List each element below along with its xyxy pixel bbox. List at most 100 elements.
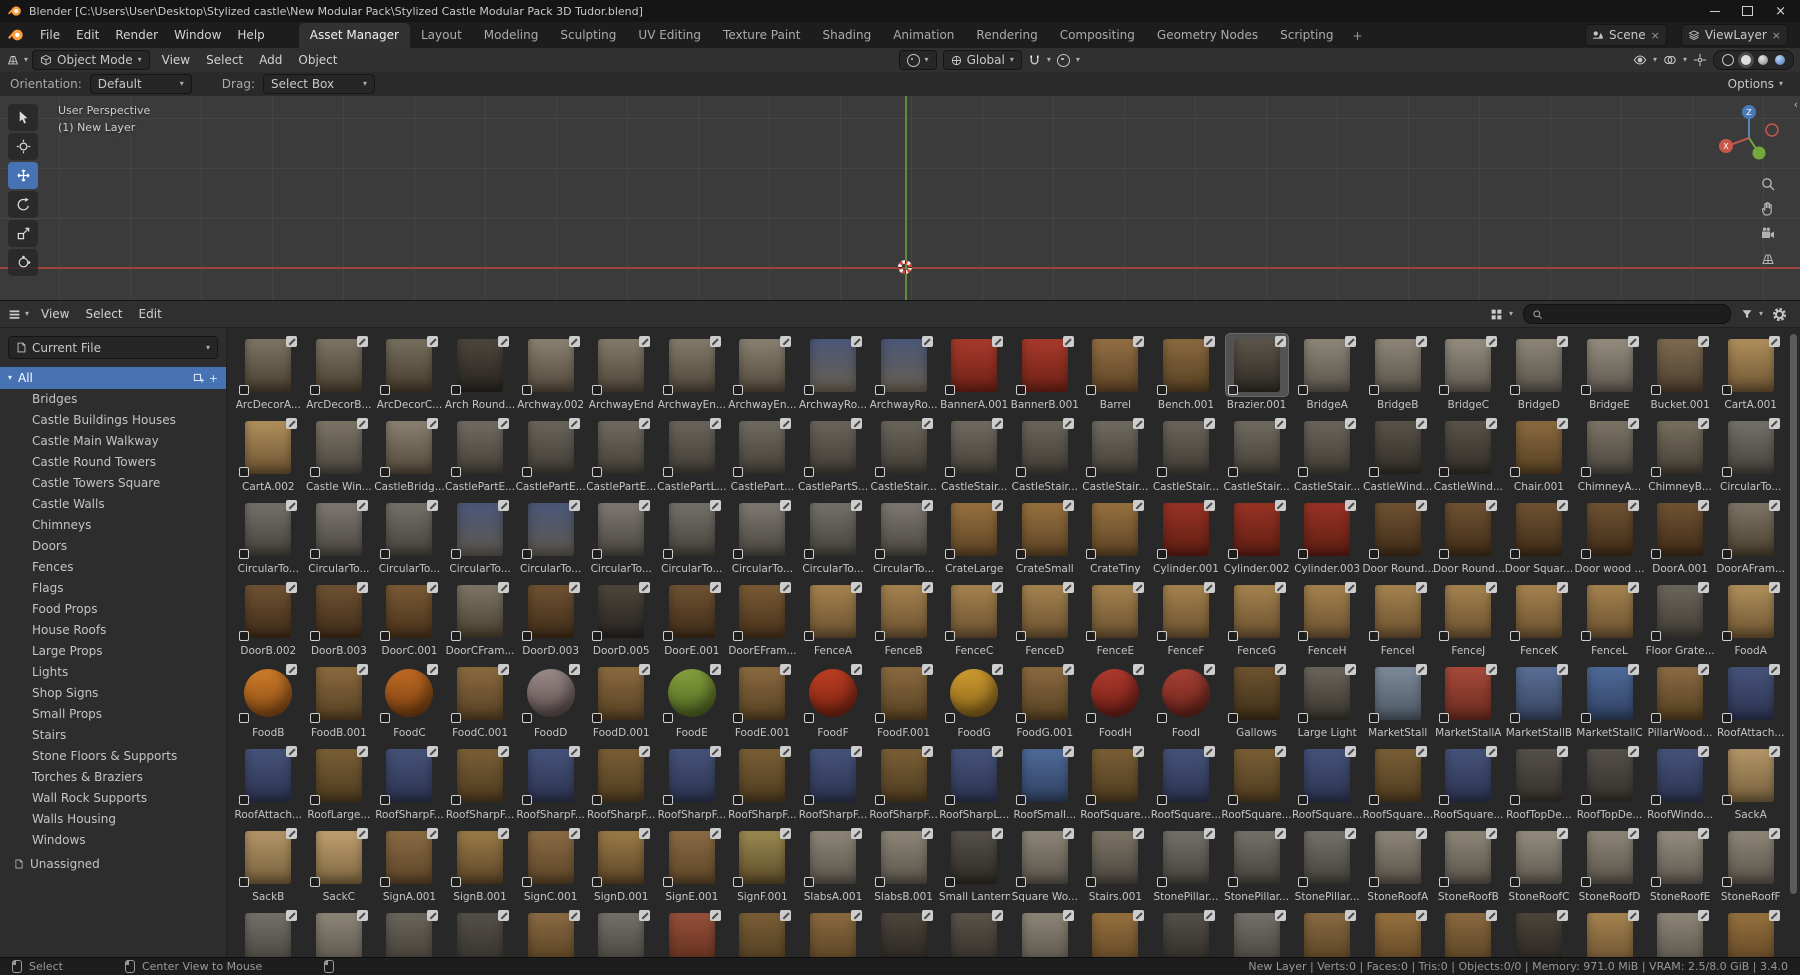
asset-tile[interactable]: ArchwayEn... bbox=[727, 332, 798, 414]
edit-asset-icon[interactable] bbox=[639, 582, 650, 593]
edit-asset-icon[interactable] bbox=[1628, 664, 1639, 675]
asset-tile[interactable]: Floor Grate... bbox=[1645, 578, 1716, 660]
catalog-item-shop-signs[interactable]: Shop Signs bbox=[0, 683, 226, 704]
filter-icon[interactable] bbox=[1741, 308, 1753, 320]
asset-tile[interactable]: Square Wo... bbox=[1010, 824, 1081, 906]
edit-asset-icon[interactable] bbox=[498, 910, 509, 921]
asset-tile[interactable]: FenceF bbox=[1151, 578, 1222, 660]
asset-tile[interactable]: FoodA bbox=[1715, 578, 1786, 660]
edit-asset-icon[interactable] bbox=[639, 828, 650, 839]
catalog-item-castle-walls[interactable]: Castle Walls bbox=[0, 494, 226, 515]
edit-asset-icon[interactable] bbox=[1769, 910, 1780, 921]
asset-source-dropdown[interactable]: Current File ▾ bbox=[8, 336, 218, 359]
menu-render[interactable]: Render bbox=[107, 25, 166, 45]
asset-tile[interactable] bbox=[586, 906, 657, 959]
edit-asset-icon[interactable] bbox=[498, 746, 509, 757]
edit-asset-icon[interactable] bbox=[1345, 500, 1356, 511]
edit-asset-icon[interactable] bbox=[1698, 336, 1709, 347]
shading-solid-icon[interactable] bbox=[1741, 55, 1751, 65]
edit-asset-icon[interactable] bbox=[851, 336, 862, 347]
menu-help[interactable]: Help bbox=[229, 25, 272, 45]
catalog-item-stairs[interactable]: Stairs bbox=[0, 725, 226, 746]
asset-tile[interactable]: FoodG.001 bbox=[1010, 660, 1081, 742]
edit-asset-icon[interactable] bbox=[1698, 582, 1709, 593]
asset-tile[interactable]: CastleWind... bbox=[1433, 414, 1504, 496]
asset-tile[interactable] bbox=[1433, 906, 1504, 959]
asset-tile[interactable]: FenceC bbox=[939, 578, 1010, 660]
edit-asset-icon[interactable] bbox=[1486, 664, 1497, 675]
overlays-dropdown-icon[interactable]: ▾ bbox=[1683, 56, 1687, 64]
edit-asset-icon[interactable] bbox=[992, 418, 1003, 429]
asset-tile[interactable]: SackC bbox=[304, 824, 375, 906]
edit-asset-icon[interactable] bbox=[1204, 418, 1215, 429]
edit-asset-icon[interactable] bbox=[639, 418, 650, 429]
asset-tile[interactable]: CircularTo... bbox=[515, 496, 586, 578]
asset-tile[interactable]: ArchwayRo... bbox=[868, 332, 939, 414]
edit-asset-icon[interactable] bbox=[851, 582, 862, 593]
edit-asset-icon[interactable] bbox=[1345, 336, 1356, 347]
asset-browser-editor-dropdown-icon[interactable]: ▾ bbox=[25, 310, 29, 318]
edit-asset-icon[interactable] bbox=[922, 664, 933, 675]
edit-asset-icon[interactable] bbox=[1698, 910, 1709, 921]
edit-asset-icon[interactable] bbox=[1769, 582, 1780, 593]
asset-tile[interactable]: CastlePartE... bbox=[515, 414, 586, 496]
edit-asset-icon[interactable] bbox=[427, 828, 438, 839]
asset-tile[interactable]: Bucket.001 bbox=[1645, 332, 1716, 414]
asset-tile[interactable] bbox=[1292, 906, 1363, 959]
edit-asset-icon[interactable] bbox=[1275, 418, 1286, 429]
edit-asset-icon[interactable] bbox=[1628, 500, 1639, 511]
edit-asset-icon[interactable] bbox=[427, 418, 438, 429]
asset-tile[interactable]: Cylinder.001 bbox=[1151, 496, 1222, 578]
edit-asset-icon[interactable] bbox=[1204, 336, 1215, 347]
edit-asset-icon[interactable] bbox=[780, 336, 791, 347]
asset-tile[interactable]: DoorC.001 bbox=[374, 578, 445, 660]
asset-tile[interactable]: FenceA bbox=[798, 578, 869, 660]
display-size-icon[interactable] bbox=[1490, 308, 1503, 321]
edit-asset-icon[interactable] bbox=[1275, 582, 1286, 593]
edit-asset-icon[interactable] bbox=[639, 910, 650, 921]
edit-asset-icon[interactable] bbox=[1416, 336, 1427, 347]
asset-tile[interactable]: ChimneyA... bbox=[1574, 414, 1645, 496]
edit-asset-icon[interactable] bbox=[780, 828, 791, 839]
edit-asset-icon[interactable] bbox=[1133, 664, 1144, 675]
asset-tile[interactable] bbox=[445, 906, 516, 959]
asset-tile[interactable]: RoofSharpF... bbox=[586, 742, 657, 824]
catalog-item-stone-floors-supports[interactable]: Stone Floors & Supports bbox=[0, 746, 226, 767]
edit-asset-icon[interactable] bbox=[1275, 664, 1286, 675]
tool-tweak-select-button[interactable] bbox=[8, 104, 38, 131]
asset-tile[interactable]: FoodC bbox=[374, 660, 445, 742]
edit-asset-icon[interactable] bbox=[780, 418, 791, 429]
edit-asset-icon[interactable] bbox=[780, 746, 791, 757]
snap-dropdown-icon[interactable]: ▾ bbox=[1047, 56, 1051, 64]
edit-asset-icon[interactable] bbox=[498, 664, 509, 675]
edit-asset-icon[interactable] bbox=[1345, 582, 1356, 593]
edit-asset-icon[interactable] bbox=[639, 664, 650, 675]
edit-asset-icon[interactable] bbox=[1345, 910, 1356, 921]
asset-tile[interactable]: CartA.001 bbox=[1715, 332, 1786, 414]
edit-asset-icon[interactable] bbox=[1345, 746, 1356, 757]
edit-asset-icon[interactable] bbox=[851, 418, 862, 429]
tab-asset-manager[interactable]: Asset Manager bbox=[299, 23, 410, 48]
asset-tile[interactable]: RoofSquare... bbox=[1362, 742, 1433, 824]
catalog-item-all[interactable]: ▾ All + bbox=[0, 367, 226, 389]
mode-dropdown[interactable]: Object Mode ▾ bbox=[32, 50, 150, 70]
edit-asset-icon[interactable] bbox=[569, 746, 580, 757]
asset-tile[interactable] bbox=[304, 906, 375, 959]
edit-asset-icon[interactable] bbox=[922, 746, 933, 757]
edit-asset-icon[interactable] bbox=[1416, 664, 1427, 675]
catalog-item-flags[interactable]: Flags bbox=[0, 578, 226, 599]
asset-tile[interactable]: Bench.001 bbox=[1151, 332, 1222, 414]
new-catalog-icon[interactable] bbox=[193, 373, 204, 384]
tab-uv-editing[interactable]: UV Editing bbox=[627, 23, 712, 48]
maximize-button[interactable] bbox=[1742, 6, 1753, 16]
minimize-button[interactable] bbox=[1710, 11, 1720, 12]
tab-animation[interactable]: Animation bbox=[882, 23, 965, 48]
orientation-default-dropdown[interactable]: Default▾ bbox=[90, 74, 192, 94]
asset-tile[interactable]: Archway.002 bbox=[515, 332, 586, 414]
asset-tile[interactable]: RoofTopDe... bbox=[1574, 742, 1645, 824]
proportional-edit-icon[interactable] bbox=[1057, 54, 1070, 67]
edit-asset-icon[interactable] bbox=[357, 336, 368, 347]
asset-tile[interactable]: CircularTo... bbox=[445, 496, 516, 578]
edit-asset-icon[interactable] bbox=[1698, 828, 1709, 839]
asset-tile[interactable]: FenceG bbox=[1221, 578, 1292, 660]
